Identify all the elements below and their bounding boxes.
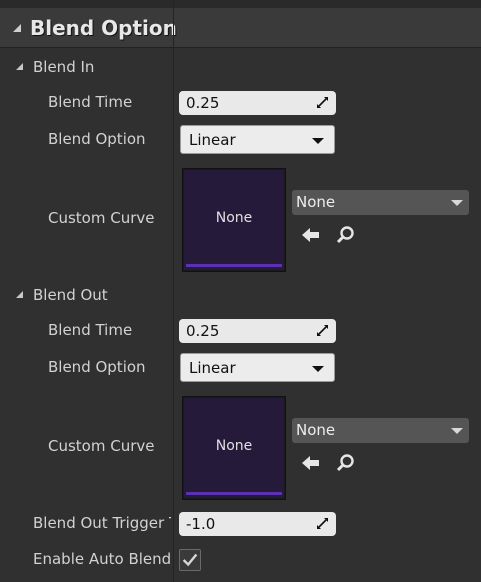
dropdown-value: Linear [189, 359, 236, 377]
picker-value: None [296, 421, 336, 439]
property-label: Blend Time [48, 93, 133, 111]
use-selected-arrow-icon[interactable] [300, 224, 322, 246]
dropdown-caret-icon [312, 366, 324, 372]
property-label: Enable Auto Blend C [33, 550, 173, 568]
row-blend-out-trigger-time: Blend Out Trigger T -1.0 [0, 511, 481, 537]
group-blend-out[interactable]: Blend Out [0, 284, 481, 308]
asset-type-bar [186, 264, 282, 267]
enable-auto-blend-out-checkbox[interactable] [179, 549, 201, 571]
field-value: 0.25 [186, 322, 220, 340]
row-blend-in-option: Blend Option Linear [0, 124, 481, 156]
row-blend-in-custom-curve: Custom Curve None None [0, 168, 481, 272]
field-value: -1.0 [186, 515, 216, 533]
collapse-arrow-icon[interactable] [16, 291, 23, 298]
property-label: Blend Option [48, 130, 146, 148]
dropdown-caret-icon [451, 428, 463, 434]
browse-magnifier-icon[interactable] [335, 452, 357, 474]
property-label: Custom Curve [48, 437, 155, 455]
property-label: Custom Curve [48, 209, 155, 227]
browse-magnifier-icon[interactable] [335, 224, 357, 246]
property-label: Blend Option [48, 358, 146, 376]
curve-asset-thumbnail[interactable]: None [183, 169, 285, 271]
thumbnail-label: None [215, 210, 253, 226]
drag-handle-icon[interactable] [317, 325, 328, 336]
group-blend-in[interactable]: Blend In [0, 56, 481, 80]
top-strip [0, 0, 481, 8]
picker-value: None [296, 193, 336, 211]
curve-asset-picker[interactable]: None [292, 190, 469, 215]
group-label: Blend Out [33, 286, 108, 304]
section-title: Blend Option [30, 16, 177, 40]
drag-handle-icon[interactable] [317, 518, 328, 529]
blend-out-option-dropdown[interactable]: Linear [180, 353, 335, 382]
blend-out-time-field[interactable]: 0.25 [179, 319, 336, 343]
property-label: Blend Out Trigger T [33, 514, 171, 532]
row-enable-auto-blend-out: Enable Auto Blend C [0, 546, 481, 574]
section-header-blend-option[interactable]: Blend Option [0, 8, 481, 48]
use-selected-arrow-icon[interactable] [300, 452, 322, 474]
drag-handle-icon[interactable] [317, 97, 328, 108]
collapse-arrow-icon[interactable] [16, 63, 23, 70]
row-blend-in-time: Blend Time 0.25 [0, 90, 481, 116]
property-label: Blend Time [48, 321, 133, 339]
curve-asset-thumbnail[interactable]: None [183, 397, 285, 499]
row-blend-out-option: Blend Option Linear [0, 352, 481, 384]
blend-out-trigger-time-field[interactable]: -1.0 [179, 512, 336, 536]
blend-in-time-field[interactable]: 0.25 [179, 91, 336, 115]
checkmark-icon [182, 553, 198, 567]
thumbnail-label: None [215, 438, 253, 454]
blend-in-option-dropdown[interactable]: Linear [180, 125, 335, 154]
curve-asset-picker[interactable]: None [292, 418, 469, 443]
collapse-arrow-icon[interactable] [13, 24, 21, 32]
dropdown-value: Linear [189, 131, 236, 149]
dropdown-caret-icon [451, 200, 463, 206]
dropdown-caret-icon [312, 138, 324, 144]
field-value: 0.25 [186, 94, 220, 112]
row-blend-out-custom-curve: Custom Curve None None [0, 396, 481, 500]
group-label: Blend In [33, 58, 95, 76]
asset-type-bar [186, 492, 282, 495]
row-blend-out-time: Blend Time 0.25 [0, 318, 481, 344]
